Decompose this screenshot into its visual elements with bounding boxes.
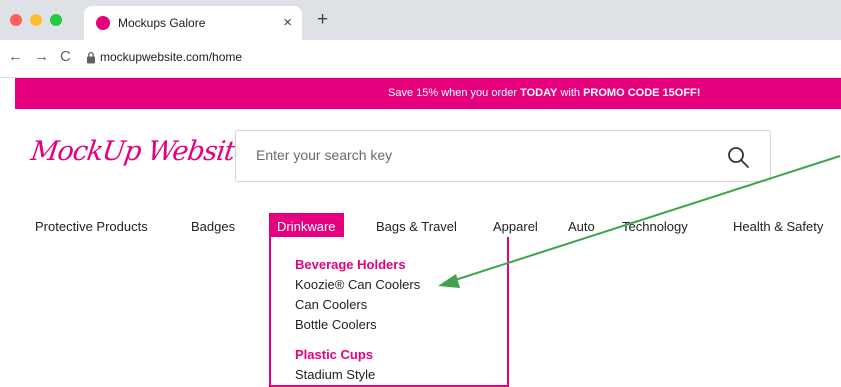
- reload-button[interactable]: C: [60, 49, 71, 64]
- dropdown-heading-plastic-cups[interactable]: Plastic Cups: [295, 347, 373, 362]
- new-tab-button[interactable]: +: [317, 10, 328, 29]
- tab-title: Mockups Galore: [118, 16, 206, 30]
- url-field[interactable]: mockupwebsite.com/home: [100, 50, 242, 64]
- maximize-window-button[interactable]: [50, 14, 62, 26]
- browser-tab[interactable]: Mockups Galore ×: [84, 6, 302, 40]
- nav-item-bags-travel[interactable]: Bags & Travel: [376, 219, 457, 234]
- promo-text: Save 15% when you order TODAY with PROMO…: [388, 87, 701, 99]
- nav-item-auto[interactable]: Auto: [568, 219, 595, 234]
- close-window-button[interactable]: [10, 14, 22, 26]
- back-button[interactable]: ←: [8, 49, 23, 64]
- dropdown-item-bottle-coolers[interactable]: Bottle Coolers: [295, 317, 377, 332]
- dropdown-heading-beverage-holders[interactable]: Beverage Holders: [295, 257, 406, 272]
- nav-item-drinkware[interactable]: Drinkware: [269, 213, 344, 240]
- nav-item-badges[interactable]: Badges: [191, 219, 235, 234]
- dropdown-item-koozie-can-coolers[interactable]: Koozie® Can Coolers: [295, 277, 420, 292]
- search-box: [235, 130, 771, 182]
- search-icon[interactable]: [726, 145, 750, 169]
- tab-close-button[interactable]: ×: [283, 14, 292, 31]
- dropdown-item-can-coolers[interactable]: Can Coolers: [295, 297, 367, 312]
- search-input[interactable]: [256, 147, 696, 163]
- minimize-window-button[interactable]: [30, 14, 42, 26]
- browser-tab-bar: Mockups Galore × +: [0, 0, 841, 40]
- nav-item-health-safety[interactable]: Health & Safety: [733, 219, 823, 234]
- drinkware-dropdown-menu: Beverage Holders Koozie® Can Coolers Can…: [269, 237, 509, 387]
- promo-banner: Save 15% when you order TODAY with PROMO…: [15, 78, 841, 109]
- forward-button[interactable]: →: [34, 49, 49, 64]
- favicon-icon: [96, 16, 110, 30]
- dropdown-item-stadium-style[interactable]: Stadium Style: [295, 367, 375, 382]
- nav-item-apparel[interactable]: Apparel: [493, 219, 538, 234]
- nav-item-technology[interactable]: Technology: [622, 219, 688, 234]
- nav-item-protective-products[interactable]: Protective Products: [35, 219, 148, 234]
- site-logo[interactable]: MockUp Website: [27, 136, 251, 182]
- address-bar: ← → C mockupwebsite.com/home: [0, 40, 841, 78]
- lock-icon: [87, 51, 95, 64]
